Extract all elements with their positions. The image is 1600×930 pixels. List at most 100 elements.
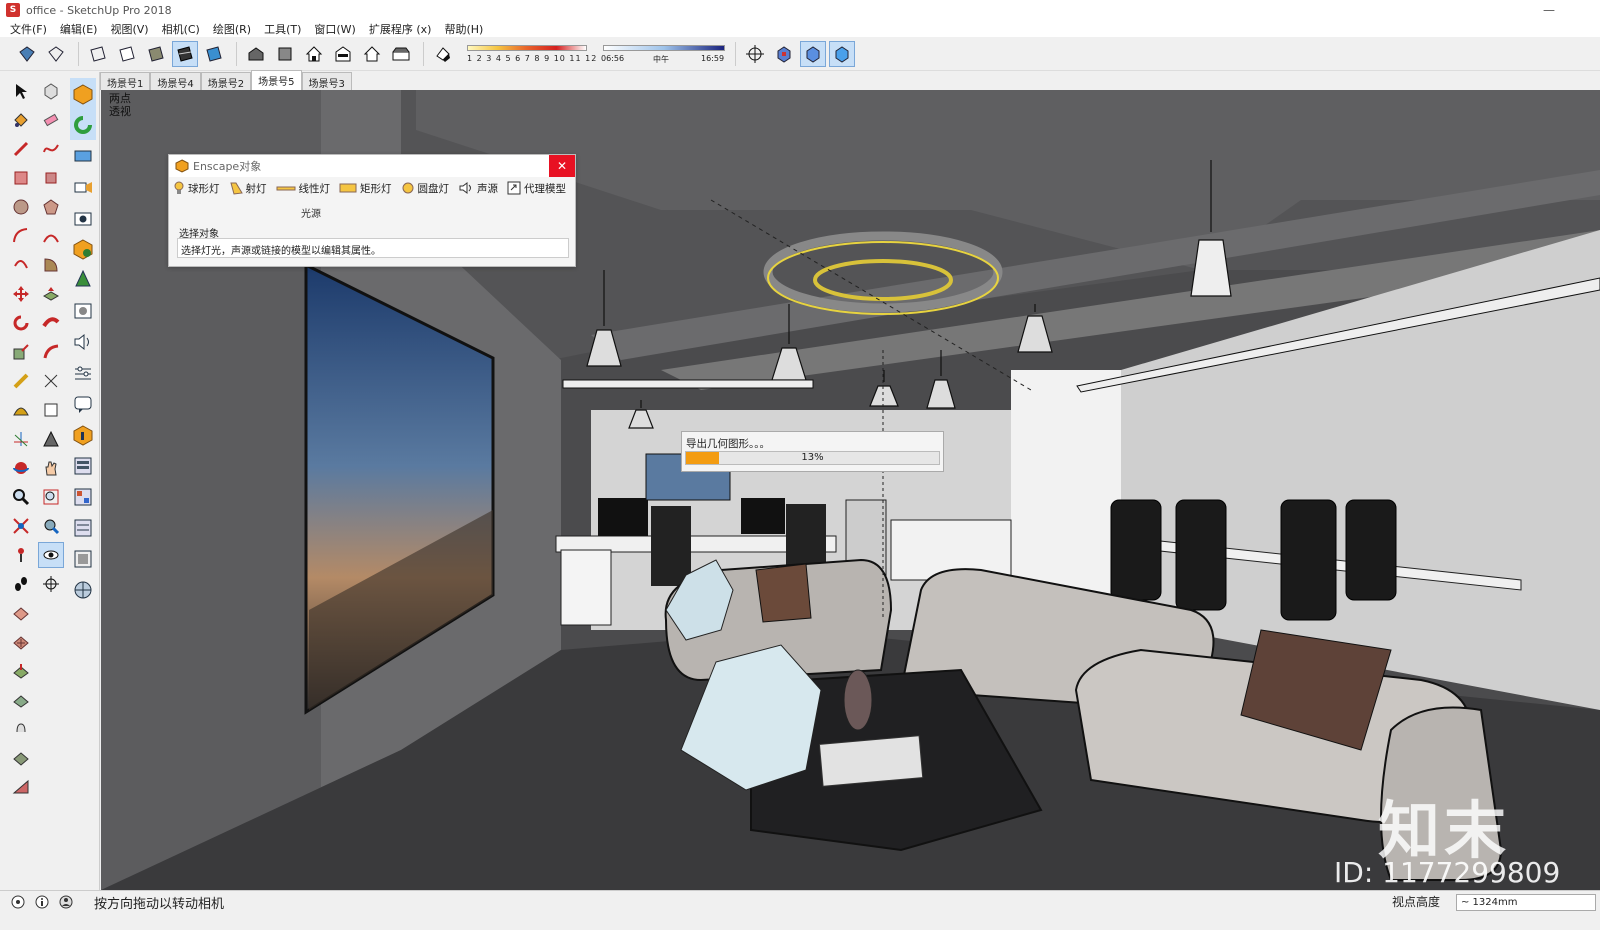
back-view-icon[interactable] (359, 41, 385, 67)
move-icon[interactable] (8, 281, 34, 307)
rotate-icon[interactable] (8, 310, 34, 336)
tape-measure-icon[interactable] (8, 368, 34, 394)
enscape-about-icon[interactable] (70, 419, 96, 450)
wireframe-style-icon[interactable] (85, 41, 111, 67)
add-detail-icon[interactable] (8, 745, 34, 771)
menu-window[interactable]: 窗口(W) (314, 21, 355, 37)
dimension-icon[interactable] (38, 368, 64, 394)
menu-tools[interactable]: 工具(T) (264, 21, 301, 37)
layer-manager-icon[interactable] (70, 450, 96, 481)
scene-tab-1[interactable]: 场景号1 (100, 72, 151, 90)
menu-edit[interactable]: 编辑(E) (60, 21, 98, 37)
info-icon[interactable] (34, 894, 50, 910)
menu-view[interactable]: 视图(V) (110, 21, 148, 37)
styles-panel-icon[interactable] (70, 543, 96, 574)
freehand-icon[interactable] (38, 136, 64, 162)
menu-file[interactable]: 文件(F) (10, 21, 47, 37)
position-camera-icon[interactable] (8, 542, 34, 568)
enscape-settings-icon[interactable] (70, 357, 96, 388)
enscape-sound-icon[interactable] (70, 326, 96, 357)
section-plane-icon[interactable] (742, 41, 768, 67)
sphere-light-button[interactable]: 球形灯 (173, 181, 220, 196)
linear-light-button[interactable]: 线性灯 (276, 181, 330, 196)
left-view-icon[interactable] (388, 41, 414, 67)
push-pull-icon[interactable] (38, 281, 64, 307)
sound-source-button[interactable]: 声源 (458, 181, 498, 196)
eraser-icon[interactable] (38, 107, 64, 133)
minimize-button[interactable]: — (1534, 0, 1564, 20)
two-point-arc-icon[interactable] (38, 223, 64, 249)
shaded-textures-style-icon[interactable] (172, 40, 198, 67)
outliner-icon[interactable] (70, 512, 96, 543)
scale-icon[interactable] (8, 339, 34, 365)
enscape-feedback-icon[interactable] (70, 388, 96, 419)
stamp-icon[interactable] (8, 687, 34, 713)
three-point-arc-icon[interactable] (8, 252, 34, 278)
line-pencil-icon[interactable] (8, 136, 34, 162)
pan-hand-icon[interactable] (38, 455, 64, 481)
top-view-icon[interactable] (272, 41, 298, 67)
disk-light-button[interactable]: 圆盘灯 (401, 181, 449, 196)
3d-text-icon[interactable] (38, 426, 64, 452)
component-icon[interactable] (771, 41, 797, 67)
make-component-icon[interactable] (38, 78, 64, 104)
sandbox-from-contours-icon[interactable] (8, 600, 34, 626)
front-view-icon[interactable] (301, 41, 327, 67)
look-around-icon[interactable] (829, 40, 855, 67)
shadow-time-scale[interactable]: 06:56 中午 16:59 (599, 41, 729, 67)
scene-tab-5[interactable]: 场景号5 (251, 70, 302, 90)
enscape-screenshot-icon[interactable] (70, 202, 96, 233)
enscape-asset-library-icon[interactable] (70, 233, 96, 264)
measurements-box[interactable]: ~ 1324mm (1456, 894, 1596, 911)
zoom-extents-icon[interactable] (8, 513, 34, 539)
walk-icon[interactable] (8, 571, 34, 597)
flip-edge-icon[interactable] (8, 774, 34, 800)
follow-me-icon[interactable] (38, 310, 64, 336)
user-account-icon[interactable] (58, 894, 74, 910)
protractor-icon[interactable] (8, 397, 34, 423)
enscape-vegetation-icon[interactable] (70, 264, 96, 295)
iso-view-icon[interactable] (243, 41, 269, 67)
menu-draw[interactable]: 绘图(R) (213, 21, 251, 37)
monochrome-style-icon[interactable] (201, 41, 227, 67)
shadows-toggle-icon[interactable] (430, 41, 456, 67)
drape-icon[interactable] (8, 716, 34, 742)
orbit-camera-icon[interactable] (800, 40, 826, 67)
orbit-icon[interactable] (8, 455, 34, 481)
polygon-icon[interactable] (38, 194, 64, 220)
zoom-icon[interactable] (8, 484, 34, 510)
shadow-month-scale[interactable]: 1 2 3 4 5 6 7 8 9 10 11 12 (463, 41, 596, 67)
scene-tab-2[interactable]: 场景号2 (200, 72, 252, 90)
menu-extensions[interactable]: 扩展程序 (x) (369, 21, 432, 37)
smoove-icon[interactable] (8, 658, 34, 684)
pie-icon[interactable] (38, 252, 64, 278)
proxy-model-button[interactable]: 代理模型 (507, 181, 566, 196)
previous-view-icon[interactable] (38, 513, 64, 539)
enscape-live-update-icon[interactable] (70, 109, 96, 140)
axes-icon[interactable] (8, 426, 34, 452)
text-icon[interactable] (38, 397, 64, 423)
offset-icon[interactable] (38, 339, 64, 365)
scene-tab-4[interactable]: 场景号4 (150, 72, 201, 90)
rect-light-button[interactable]: 矩形灯 (339, 181, 392, 196)
right-view-icon[interactable] (330, 41, 356, 67)
sandbox-from-scratch-icon[interactable] (8, 629, 34, 655)
xray-style-icon[interactable] (14, 41, 40, 67)
rectangle-icon[interactable] (8, 165, 34, 191)
look-around-eye-icon[interactable] (38, 542, 64, 568)
enscape-video-editor-icon[interactable] (70, 171, 96, 202)
circle-icon[interactable] (8, 194, 34, 220)
hidden-line-style-icon[interactable] (114, 41, 140, 67)
scene-tab-3[interactable]: 场景号3 (301, 72, 352, 90)
spot-light-button[interactable]: 射灯 (229, 181, 267, 196)
geolocation-icon[interactable] (70, 574, 96, 605)
enscape-sync-views-icon[interactable] (70, 140, 96, 171)
geo-location-icon[interactable] (10, 894, 26, 910)
enscape-dialog-titlebar[interactable]: Enscape对象 (169, 155, 575, 177)
menu-help[interactable]: 帮助(H) (444, 21, 483, 37)
material-panel-icon[interactable] (70, 481, 96, 512)
enscape-panorama-icon[interactable] (70, 295, 96, 326)
back-edges-style-icon[interactable] (43, 41, 69, 67)
section-plane-tool-icon[interactable] (38, 571, 64, 597)
shaded-style-icon[interactable] (143, 41, 169, 67)
